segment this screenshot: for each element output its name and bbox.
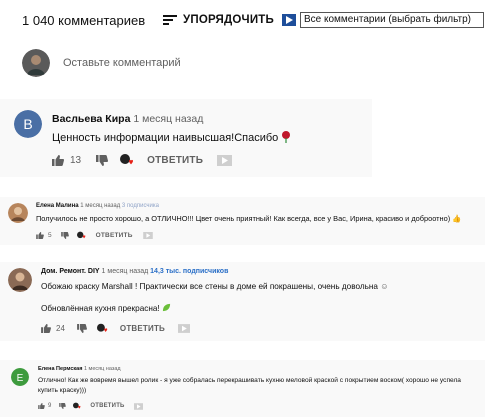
sort-button[interactable]: УПОРЯДОЧИТЬ	[163, 11, 274, 29]
leaf-emoji-icon	[162, 303, 171, 312]
creator-heart-icon	[96, 323, 108, 333]
reply-button[interactable]: ОТВЕТИТЬ	[147, 155, 203, 166]
like-count: 9	[48, 403, 52, 409]
smile-emoji-icon: ☺	[380, 282, 389, 291]
like-count: 24	[56, 324, 65, 333]
reply-button[interactable]: ОТВЕТИТЬ	[120, 324, 165, 333]
comment-avatar	[8, 268, 32, 292]
comment-count: 1 040 комментариев	[22, 13, 146, 28]
comment-time[interactable]: 1 месяц назад	[84, 366, 121, 372]
like-icon[interactable]	[41, 324, 51, 333]
comment-author[interactable]: Васльева Кира	[52, 113, 130, 125]
comment-text-line-1: Отлично! Как же вовремя вышел ролик - я …	[38, 377, 461, 384]
filter-select[interactable]: Все комментарии (выбрать фильтр)	[300, 12, 484, 28]
add-comment-row: Оставьте комментарий	[22, 49, 181, 77]
comment-author[interactable]: Елена Пермская	[38, 366, 82, 372]
reply-button[interactable]: ОТВЕТИТЬ	[96, 232, 133, 239]
creator-heart-icon	[73, 402, 81, 409]
comment-item: Е Елена Пермская 1 месяц назад Отлично! …	[0, 360, 485, 417]
user-avatar	[22, 49, 50, 77]
like-icon[interactable]	[52, 154, 64, 166]
comment-time[interactable]: 1 месяц назад	[133, 113, 203, 125]
subscriber-count: 3 подписчика	[121, 203, 159, 209]
share-icon[interactable]	[133, 402, 143, 410]
dislike-icon[interactable]	[59, 403, 67, 409]
share-icon[interactable]	[178, 324, 191, 333]
comment-item: В Васльева Кира 1 месяц назад Ценность и…	[0, 99, 372, 177]
comment-author[interactable]: Дом. Ремонт. DIY	[41, 268, 100, 275]
comment-text-line-1: Обожаю краску Marshall ! Практически все…	[41, 282, 378, 291]
comment-text: Получилось не просто хорошо, а ОТЛИЧНО!!…	[36, 214, 451, 223]
comments-header: 1 040 комментариев УПОРЯДОЧИТЬ Все комме…	[0, 0, 485, 40]
creator-heart-icon	[76, 231, 85, 239]
thumbs-up-emoji-icon: 👍	[452, 214, 462, 223]
dislike-icon[interactable]	[76, 324, 87, 333]
comment-author[interactable]: Елена Малина	[36, 203, 79, 209]
sort-label: УПОРЯДОЧИТЬ	[183, 14, 274, 26]
comment-avatar	[8, 203, 28, 223]
comment-item: Дом. Ремонт. DIY 1 месяц назад 14,3 тыс.…	[0, 262, 485, 341]
subscriber-count: 14,3 тыс. подписчиков	[150, 268, 229, 275]
like-count: 5	[48, 232, 52, 239]
sort-icon	[163, 15, 177, 25]
share-icon[interactable]	[142, 232, 153, 239]
comment-item: Елена Малина 1 месяц назад 3 подписчика …	[0, 197, 485, 245]
comment-input[interactable]: Оставьте комментарий	[63, 57, 181, 69]
dislike-icon[interactable]	[96, 154, 109, 166]
share-icon[interactable]	[217, 154, 233, 166]
dislike-icon[interactable]	[60, 232, 69, 239]
comment-time[interactable]: 1 месяц назад	[102, 268, 149, 275]
comment-text-line-2: купить краску)))	[38, 387, 87, 394]
comment-text: Ценность информации наивысшая!Спасибо	[52, 132, 279, 144]
like-icon[interactable]	[38, 403, 45, 409]
creator-heart-icon	[120, 154, 134, 165]
rose-emoji-icon	[282, 131, 291, 143]
comment-text-line-2: Обновлённая кухня прекрасна!	[41, 304, 160, 313]
avatar-letter: В	[23, 116, 32, 132]
like-count: 13	[70, 154, 82, 166]
comment-avatar: Е	[11, 368, 29, 386]
avatar-letter: Е	[17, 373, 24, 384]
filter-dropdown[interactable]: Все комментарии (выбрать фильтр)	[282, 12, 484, 28]
filter-arrow-icon	[282, 14, 296, 26]
comment-avatar: В	[14, 110, 42, 138]
reply-button[interactable]: ОТВЕТИТЬ	[90, 403, 124, 409]
comment-time[interactable]: 1 месяц назад	[80, 203, 120, 209]
like-icon[interactable]	[36, 232, 44, 239]
